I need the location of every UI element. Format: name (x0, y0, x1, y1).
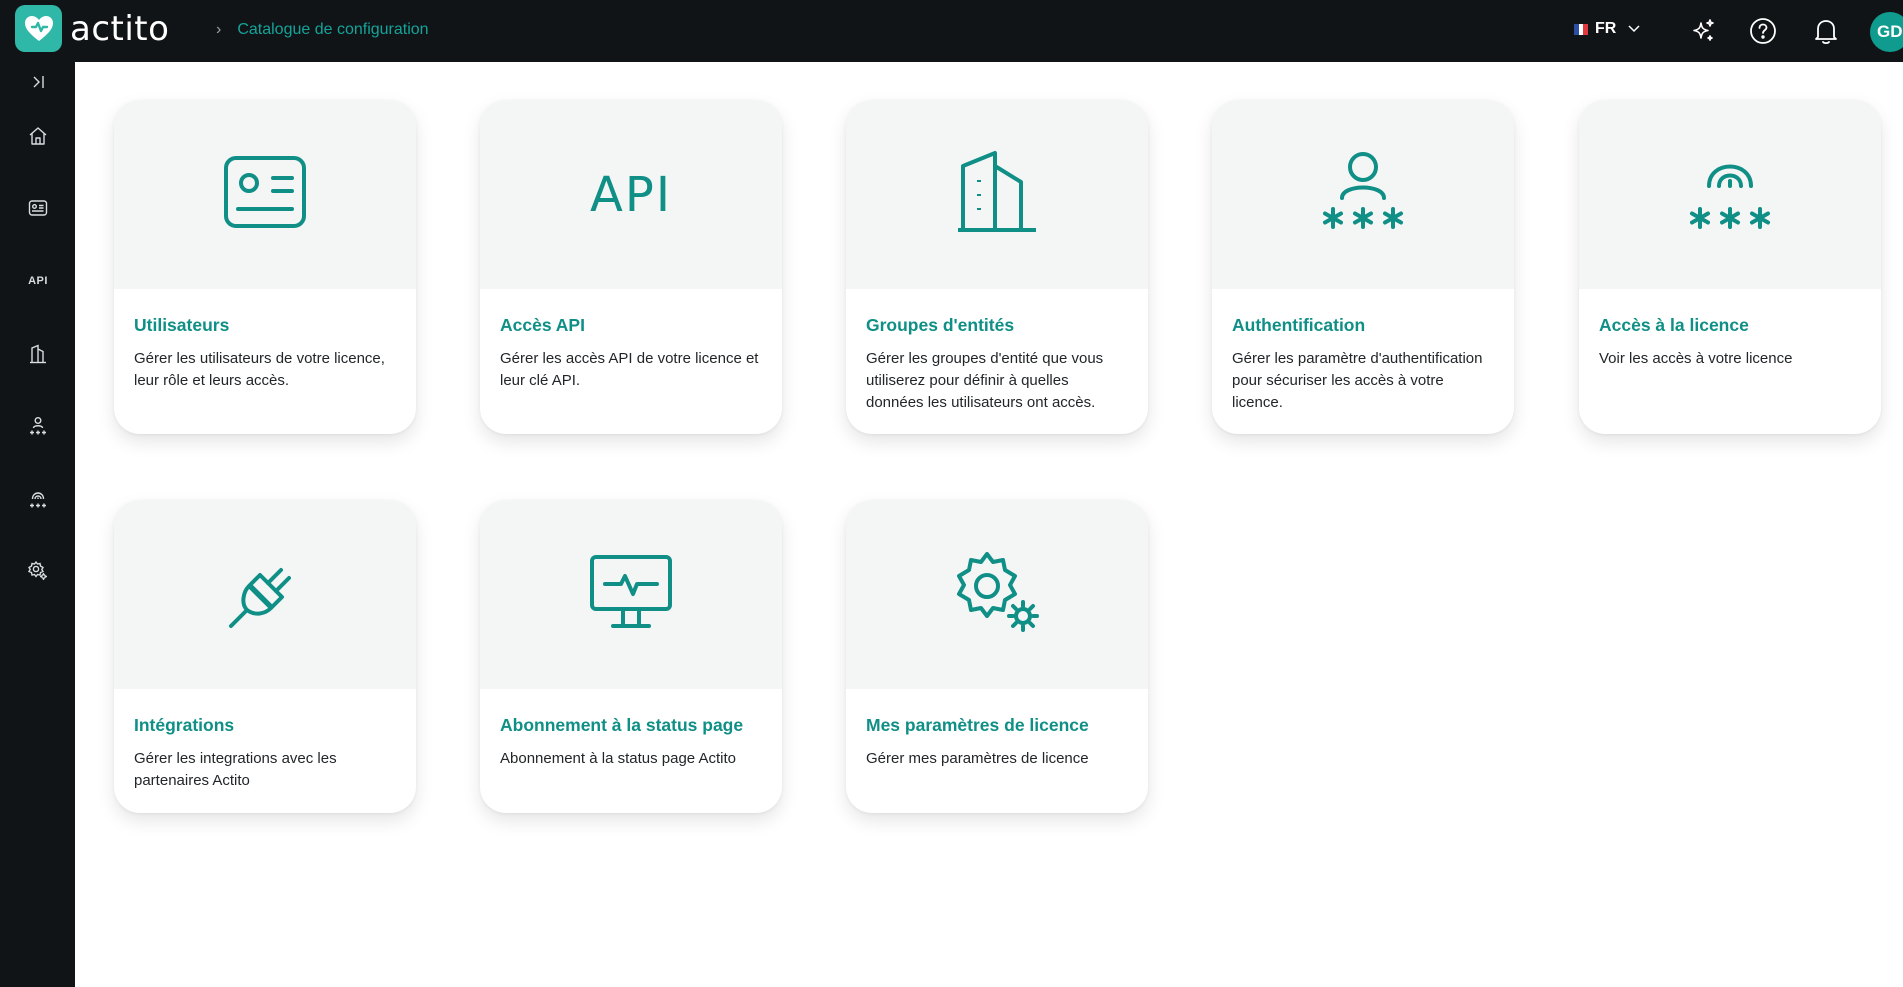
top-bar: actito › Catalogue de configuration FR G… (0, 0, 1903, 62)
breadcrumb: › Catalogue de configuration (216, 21, 429, 39)
heart-logo-icon (15, 5, 62, 52)
user-avatar[interactable]: GD (1870, 12, 1903, 52)
language-selector[interactable]: FR (1574, 20, 1640, 38)
card-description: Gérer mes paramètres de licence (866, 750, 1089, 767)
breadcrumb-current[interactable]: Catalogue de configuration (237, 21, 428, 39)
fingerprint-password-icon (1687, 150, 1773, 239)
logo-text: actito (70, 8, 170, 49)
help-icon[interactable] (1748, 16, 1778, 46)
chevron-down-icon (1628, 20, 1640, 38)
chevron-right-icon: › (216, 21, 222, 38)
card-parametres-licence[interactable]: Mes paramètres de licence Gérer mes para… (846, 500, 1148, 813)
home-icon[interactable] (24, 122, 52, 150)
card-utilisateurs[interactable]: Utilisateurs Gérer les utilisateurs de v… (114, 100, 416, 434)
card-description: Gérer les integrations avec les partenai… (134, 750, 337, 789)
monitor-pulse-icon (589, 554, 673, 635)
card-description: Abonnement à la status page Actito (500, 750, 736, 767)
card-illustration (480, 500, 782, 689)
card-title: Accès API (500, 315, 585, 335)
api-icon: API (590, 166, 672, 223)
user-password-icon[interactable] (24, 412, 52, 440)
card-description: Gérer les paramètre d'authentification p… (1232, 350, 1483, 411)
card-illustration (114, 100, 416, 289)
expand-sidebar-icon[interactable] (24, 68, 52, 96)
actito-logo[interactable]: actito (15, 5, 169, 52)
gears-icon (953, 550, 1041, 639)
building-icon[interactable] (24, 340, 52, 368)
card-title: Utilisateurs (134, 315, 230, 335)
id-card-icon (223, 154, 307, 235)
fingerprint-password-icon[interactable] (24, 485, 52, 513)
card-illustration (846, 500, 1148, 689)
card-acces-licence[interactable]: Accès à la licence Voir les accès à votr… (1579, 100, 1881, 434)
card-title: Groupes d'entités (866, 315, 1015, 335)
card-illustration (114, 500, 416, 689)
french-flag-icon (1574, 23, 1589, 35)
gears-icon[interactable] (24, 557, 52, 585)
card-description: Gérer les utilisateurs de votre licence,… (134, 350, 385, 389)
card-illustration (846, 100, 1148, 289)
sidebar: API (0, 62, 75, 987)
card-groupes-entites[interactable]: Groupes d'entités Gérer les groupes d'en… (846, 100, 1148, 434)
card-title: Authentification (1232, 315, 1366, 335)
card-acces-api[interactable]: API Accès API Gérer les accès API de vot… (480, 100, 782, 434)
card-title: Abonnement à la status page (500, 715, 744, 735)
card-title: Intégrations (134, 715, 235, 735)
card-authentification[interactable]: Authentification Gérer les paramètre d'a… (1212, 100, 1514, 434)
card-description: Gérer les groupes d'entité que vous util… (866, 350, 1104, 411)
card-integrations[interactable]: Intégrations Gérer les integrations avec… (114, 500, 416, 813)
card-description: Gérer les accès API de votre licence et … (500, 350, 759, 389)
ai-sparkle-icon[interactable] (1688, 16, 1718, 46)
card-illustration (1579, 100, 1881, 289)
user-password-icon (1320, 150, 1406, 239)
id-card-icon[interactable] (24, 194, 52, 222)
notification-bell-icon[interactable] (1811, 16, 1841, 46)
card-title: Accès à la licence (1599, 315, 1749, 335)
sidebar-item-api[interactable]: API (24, 267, 52, 295)
language-label: FR (1595, 20, 1617, 37)
card-illustration: API (480, 100, 782, 289)
card-title: Mes paramètres de licence (866, 715, 1089, 735)
plug-icon (225, 552, 305, 637)
card-description: Voir les accès à votre licence (1599, 350, 1793, 367)
card-illustration (1212, 100, 1514, 289)
building-icon (955, 150, 1039, 239)
card-status-page[interactable]: Abonnement à la status page Abonnement à… (480, 500, 782, 813)
